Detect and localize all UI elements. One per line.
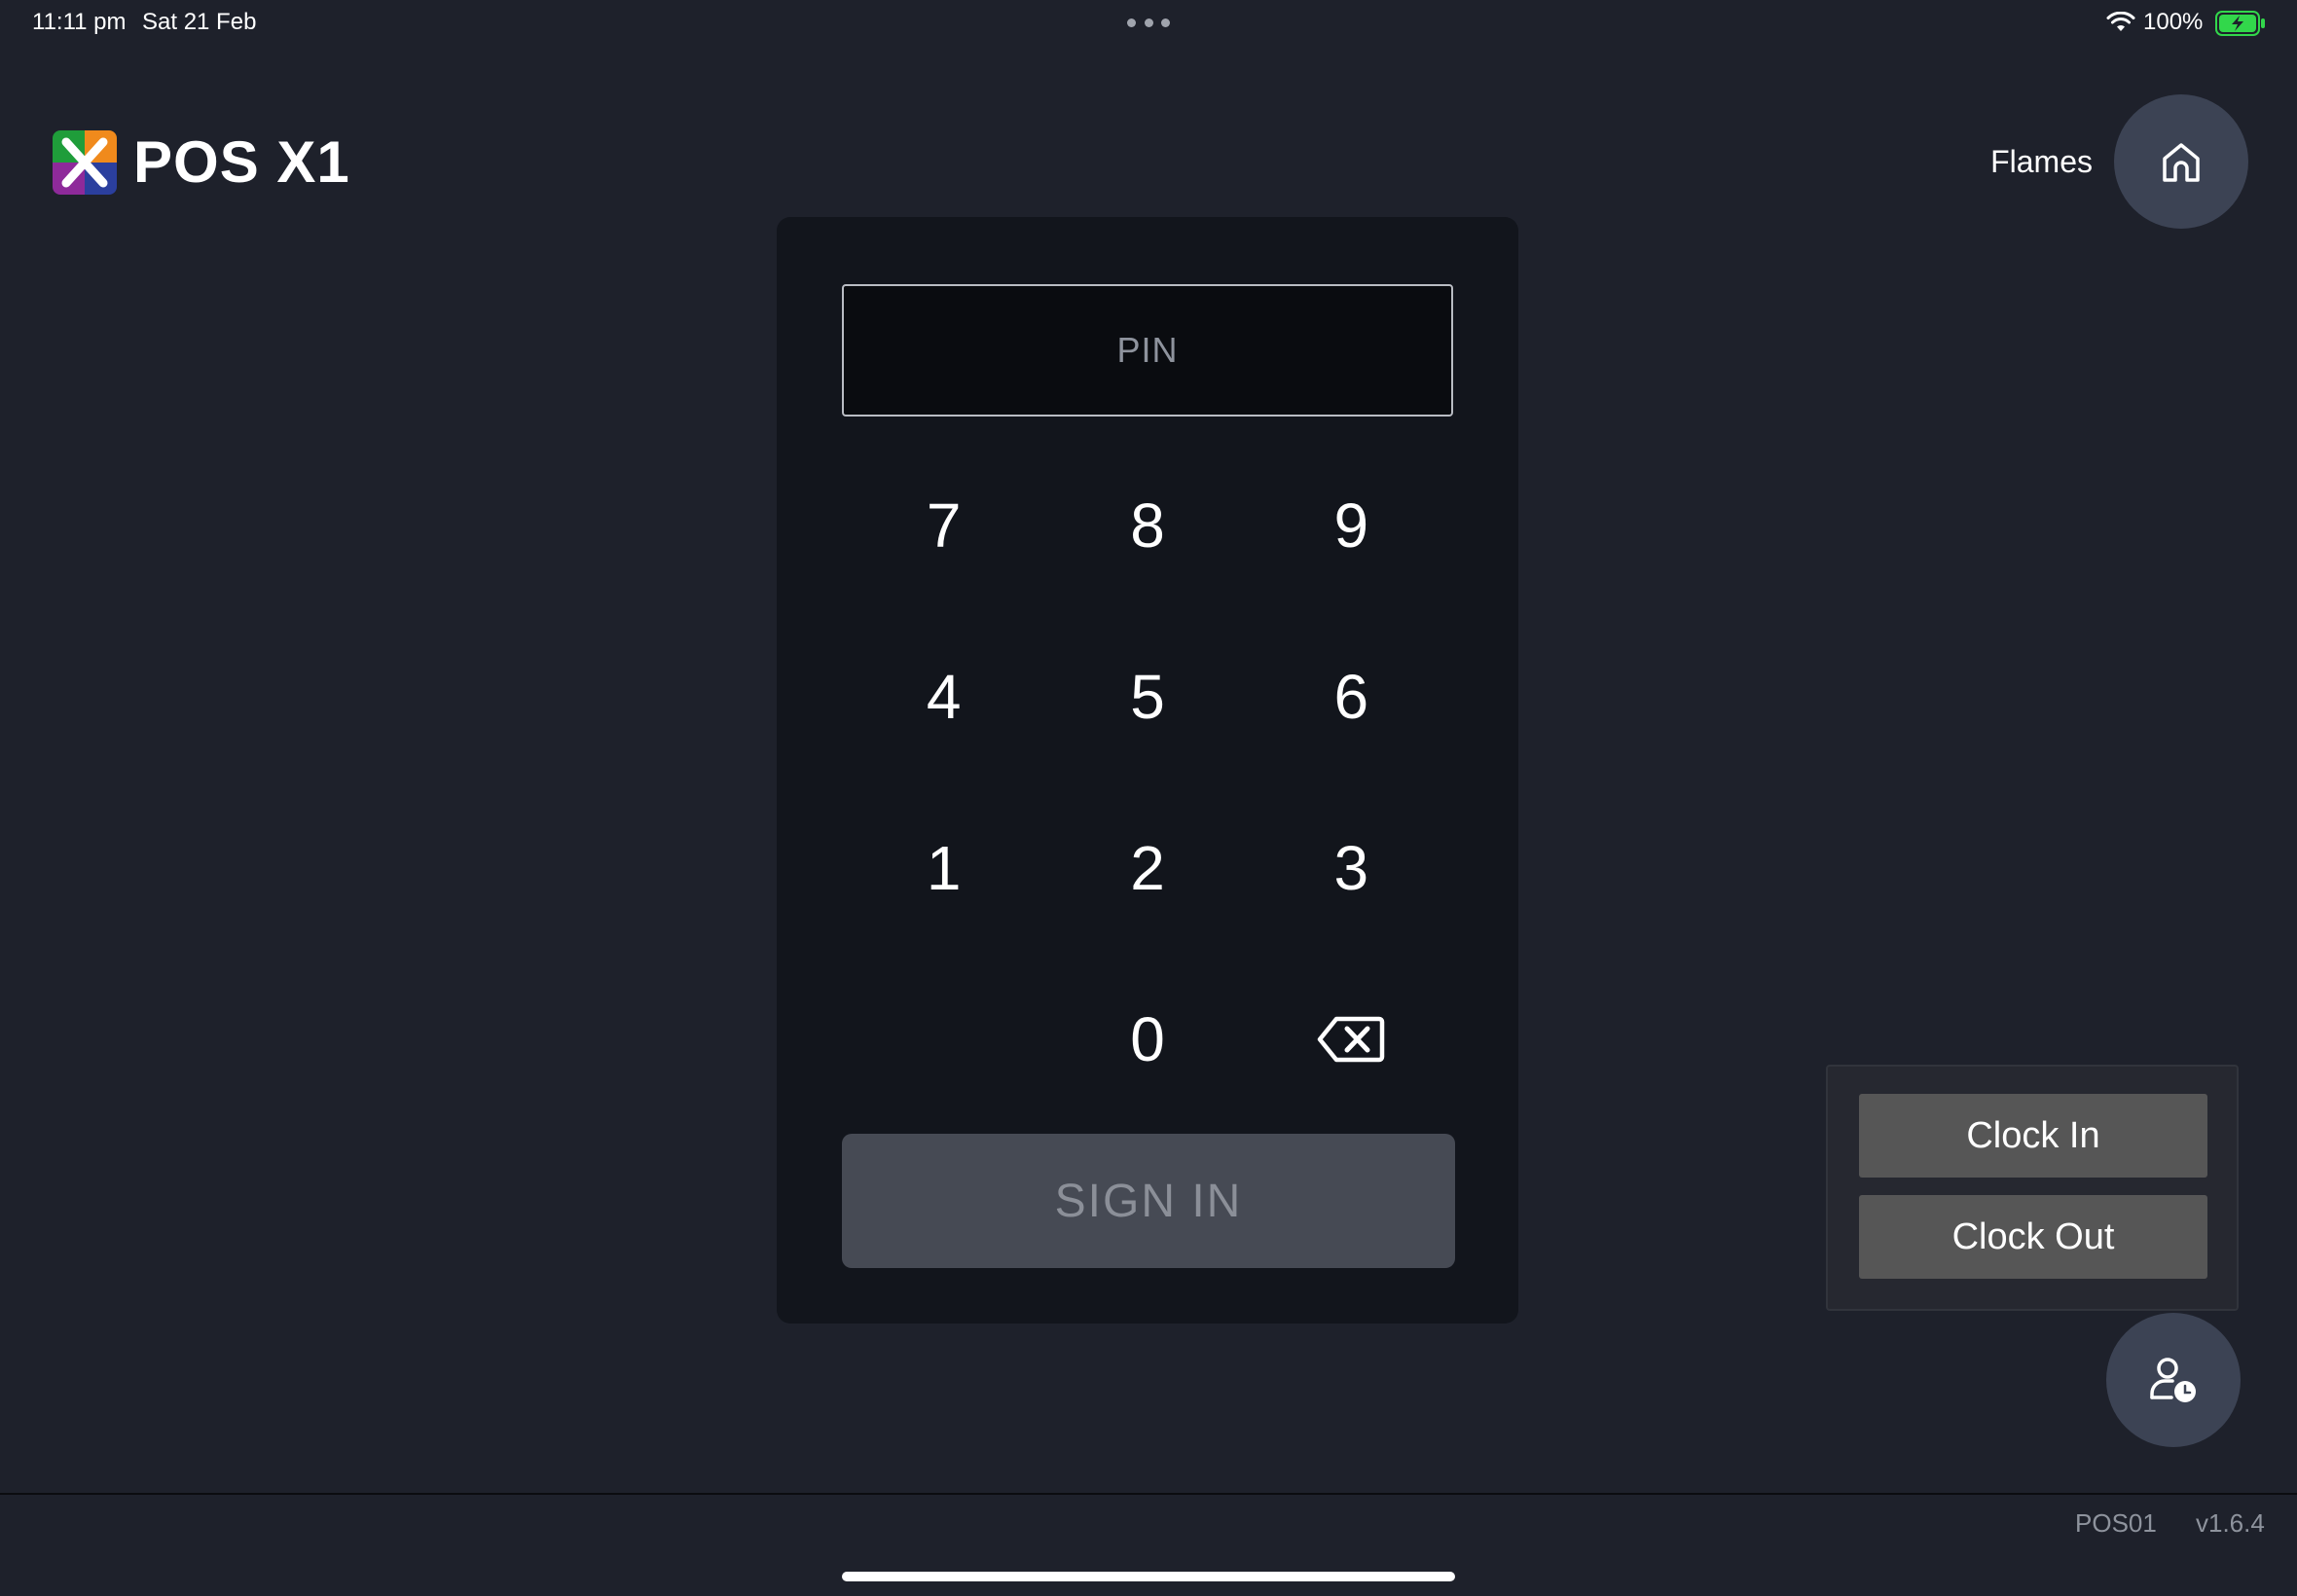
clock-out-button[interactable]: Clock Out	[1859, 1195, 2207, 1279]
key-8[interactable]: 8	[1045, 440, 1249, 611]
battery-percent: 100%	[2143, 9, 2204, 35]
key-3[interactable]: 3	[1250, 782, 1453, 954]
sign-in-button[interactable]: SIGN IN	[842, 1134, 1455, 1268]
pos-x1-logo-icon	[53, 130, 117, 195]
terminal-id: POS01	[2075, 1508, 2157, 1538]
clock-in-button[interactable]: Clock In	[1859, 1094, 2207, 1178]
home-icon	[2163, 143, 2200, 182]
key-5[interactable]: 5	[1045, 611, 1249, 782]
key-0[interactable]: 0	[1045, 954, 1249, 1125]
pos-login-screen: 11:11 pm Sat 21 Feb 100% POS X1 Flames 7…	[0, 0, 2297, 1596]
app-version: v1.6.4	[2196, 1508, 2265, 1538]
battery-charging-icon	[2215, 11, 2265, 36]
key-7[interactable]: 7	[842, 440, 1045, 611]
user-clock-button[interactable]	[2106, 1313, 2241, 1447]
key-6[interactable]: 6	[1250, 611, 1453, 782]
key-blank	[842, 954, 1045, 1125]
user-clock-icon	[2150, 1358, 2196, 1402]
key-9[interactable]: 9	[1250, 440, 1453, 611]
status-time: 11:11 pm	[32, 9, 127, 35]
home-button[interactable]	[2114, 94, 2248, 229]
pin-keypad: 7 8 9 4 5 6 1 2 3 0	[842, 440, 1453, 1125]
wifi-icon	[2106, 12, 2135, 31]
location-name: Flames	[1990, 144, 2093, 179]
multitask-dots-icon[interactable]	[1127, 18, 1170, 28]
key-4[interactable]: 4	[842, 611, 1045, 782]
home-indicator[interactable]	[842, 1572, 1455, 1581]
key-1[interactable]: 1	[842, 782, 1045, 954]
footer-divider	[0, 1493, 2297, 1495]
backspace-icon	[1318, 1016, 1385, 1063]
key-2[interactable]: 2	[1045, 782, 1249, 954]
pin-input[interactable]	[842, 284, 1453, 417]
status-date: Sat 21 Feb	[142, 9, 257, 35]
backspace-button[interactable]	[1250, 954, 1453, 1125]
status-bar: 11:11 pm Sat 21 Feb 100%	[0, 0, 2297, 47]
app-title: POS X1	[133, 129, 350, 195]
